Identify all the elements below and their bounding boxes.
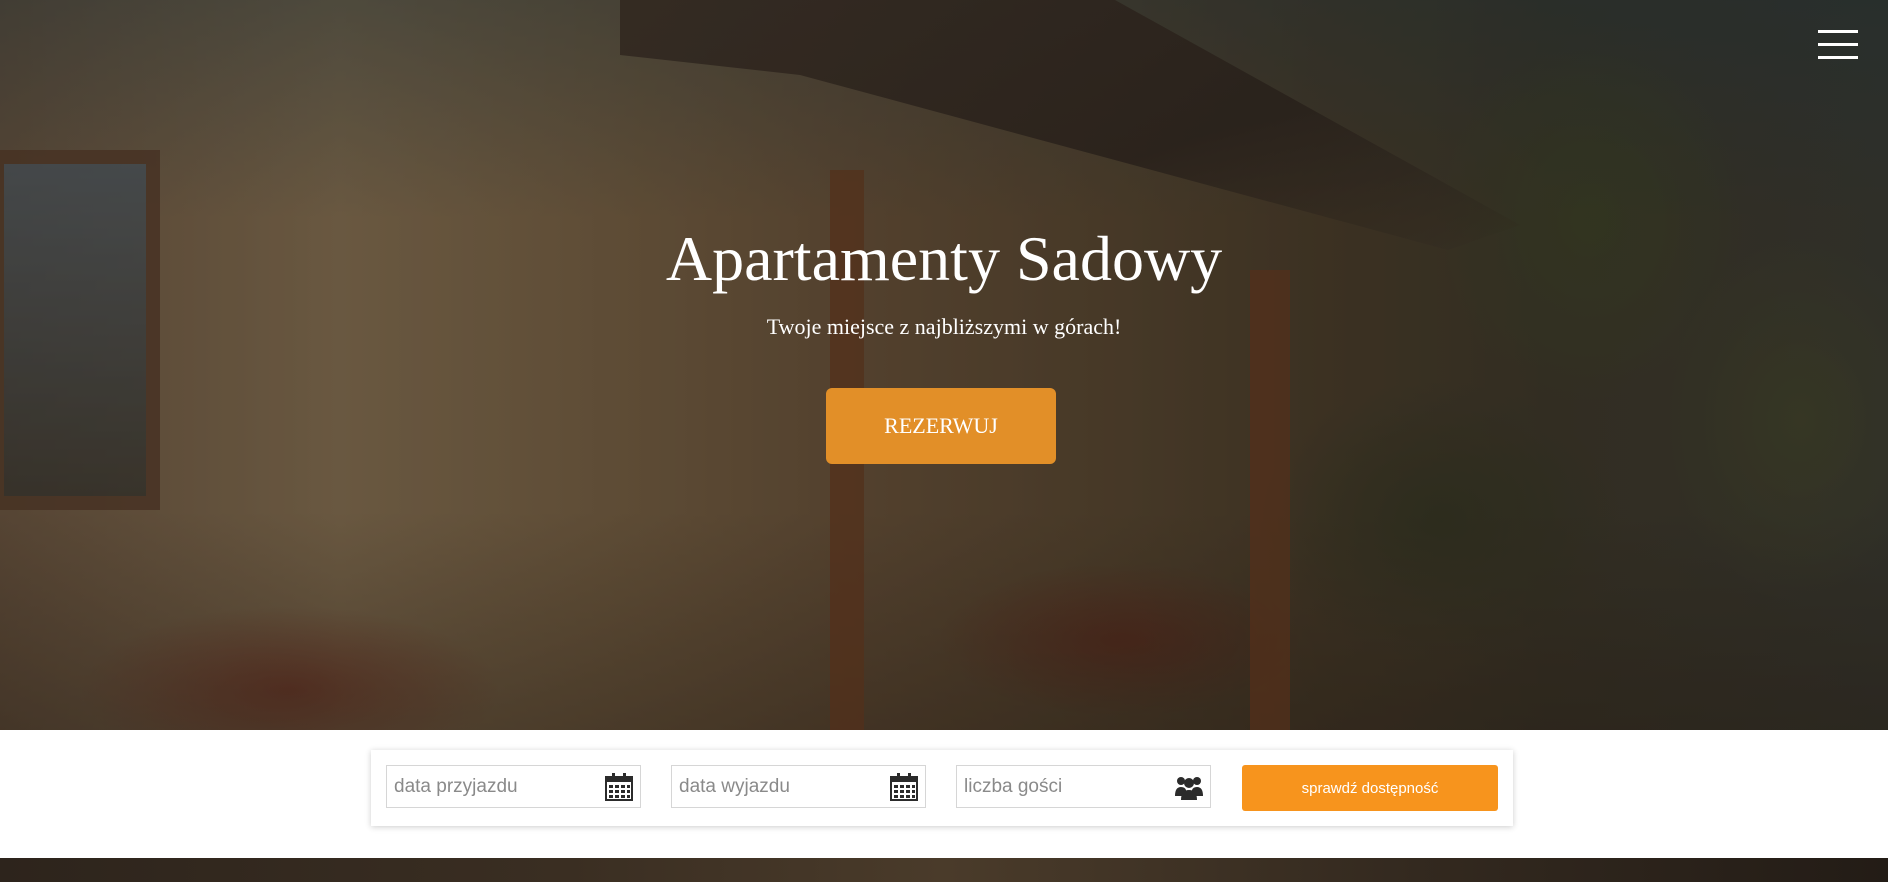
guests-input[interactable] xyxy=(957,766,1210,807)
hero-title: Apartamenty Sadowy xyxy=(665,223,1223,294)
book-now-button[interactable]: REZERWUJ xyxy=(826,388,1056,464)
arrival-date-field[interactable] xyxy=(386,765,641,808)
next-section-preview xyxy=(0,858,1888,882)
menu-line xyxy=(1818,30,1858,33)
departure-date-field[interactable] xyxy=(671,765,926,808)
hamburger-menu-icon[interactable] xyxy=(1818,30,1858,62)
guests-field[interactable] xyxy=(956,765,1211,808)
check-availability-button[interactable]: sprawdź dostępność xyxy=(1242,765,1498,811)
users-icon[interactable] xyxy=(1174,772,1204,802)
calendar-icon[interactable] xyxy=(604,772,634,802)
calendar-icon[interactable] xyxy=(889,772,919,802)
hero-subtitle: Twoje miejsce z najbliższymi w górach! xyxy=(766,314,1122,339)
arrival-date-input[interactable] xyxy=(387,766,640,807)
menu-line xyxy=(1818,43,1858,46)
hero-overlay xyxy=(0,0,1888,730)
menu-line xyxy=(1818,56,1858,59)
departure-date-input[interactable] xyxy=(672,766,925,807)
booking-bar: sprawdź dostępność xyxy=(371,750,1513,826)
hero-section: Apartamenty Sadowy Twoje miejsce z najbl… xyxy=(0,0,1888,730)
